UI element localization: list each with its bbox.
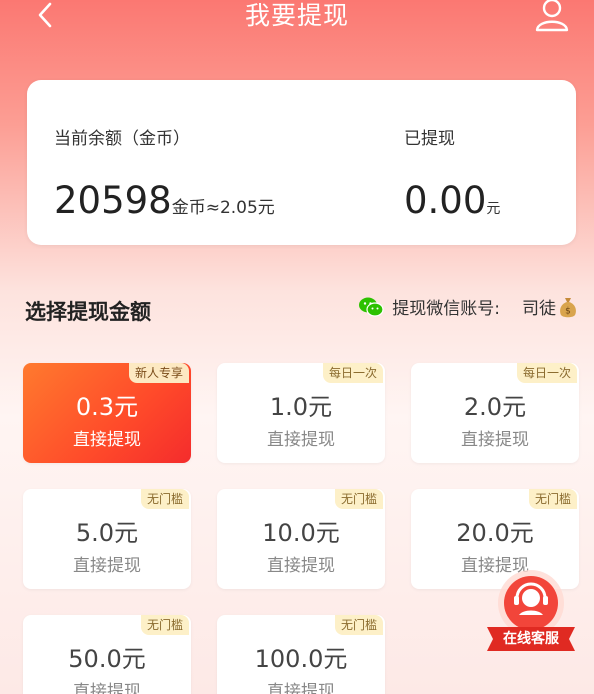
amount-option[interactable]: 每日一次 1.0元直接提现	[217, 363, 385, 463]
amount-subtitle: 直接提现	[73, 556, 141, 576]
amount-value: 50.0元	[68, 645, 146, 673]
amount-option[interactable]: 新人专享 0.3元直接提现	[23, 363, 191, 463]
amount-value: 10.0元	[262, 519, 340, 547]
amount-value: 1.0元	[269, 393, 333, 421]
amount-badge: 每日一次	[516, 363, 577, 383]
amount-value: 100.0元	[254, 645, 348, 673]
amount-value: 2.0元	[463, 393, 527, 421]
amount-subtitle: 直接提现	[267, 556, 335, 576]
amount-option[interactable]: 无门槛 50.0元直接提现	[23, 615, 191, 694]
amount-badge: 无门槛	[334, 615, 383, 635]
amount-option[interactable]: 无门槛 10.0元直接提现	[217, 489, 385, 589]
amount-subtitle: 直接提现	[461, 430, 529, 450]
amount-option[interactable]: 无门槛 100.0元直接提现	[217, 615, 385, 694]
amount-badge: 无门槛	[334, 489, 383, 509]
amount-option[interactable]: 每日一次 2.0元直接提现	[411, 363, 579, 463]
amount-subtitle: 直接提现	[267, 430, 335, 450]
amount-value: 5.0元	[75, 519, 139, 547]
amount-value: 0.3元	[75, 393, 139, 421]
amount-badge: 无门槛	[140, 615, 189, 635]
amount-option[interactable]: 无门槛 5.0元直接提现	[23, 489, 191, 589]
amount-badge: 无门槛	[528, 489, 577, 509]
amount-badge: 每日一次	[322, 363, 383, 383]
amount-value: 20.0元	[456, 519, 534, 547]
amount-subtitle: 直接提现	[267, 682, 335, 694]
online-service-label: 在线客服	[503, 631, 559, 647]
online-service-button[interactable]: 在线客服	[481, 567, 581, 657]
amount-badge: 无门槛	[140, 489, 189, 509]
amount-subtitle: 直接提现	[73, 682, 141, 694]
amount-badge: 新人专享	[128, 363, 189, 383]
amount-subtitle: 直接提现	[73, 430, 141, 450]
